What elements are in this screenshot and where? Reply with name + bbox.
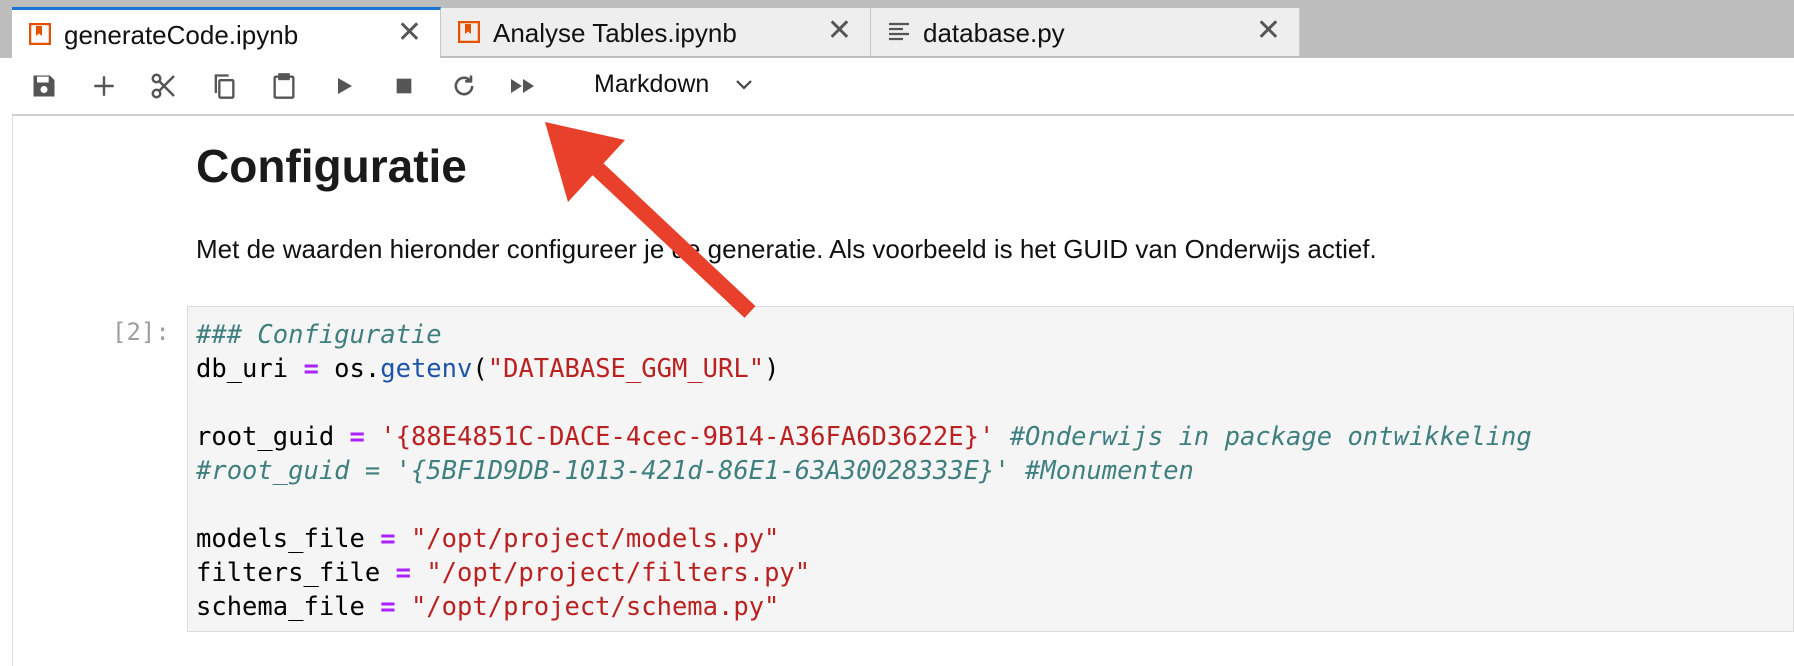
save-icon[interactable] [29,71,59,101]
code-line: filters_file = "/opt/project/filters.py" [196,558,811,588]
annotation-arrow [545,122,756,318]
code-line: models_file = "/opt/project/models.py" [196,524,780,554]
code-line: ### Configuratie [196,320,442,350]
execution-count-prompt: [2]: [112,318,170,346]
tab-label: generateCode.ipynb [64,20,299,50]
tab-bar: generateCode.ipynb ✕ Analyse Tables.ipyn… [0,0,1794,58]
main-area-border [0,58,13,666]
tab-analyse-tables[interactable]: Analyse Tables.ipynb ✕ [441,8,871,56]
paste-icon[interactable] [269,71,299,101]
cut-icon[interactable] [149,71,179,101]
code-line: schema_file = "/opt/project/schema.py" [196,592,780,622]
cell-type-dropdown[interactable]: Markdown [594,70,709,99]
tab-label: database.py [923,18,1065,48]
close-icon[interactable]: ✕ [1256,16,1281,46]
chevron-down-icon[interactable] [734,78,754,97]
tab-generatecode[interactable]: generateCode.ipynb ✕ [12,7,441,58]
tab-label: Analyse Tables.ipynb [493,18,737,48]
stop-icon[interactable] [389,71,419,101]
copy-icon[interactable] [209,71,239,101]
notebook-icon [28,22,52,46]
code-line: root_guid = '{88E4851C-DACE-4cec-9B14-A3… [196,422,1532,452]
run-all-icon[interactable] [509,71,539,101]
notebook-icon [457,20,481,44]
markdown-heading: Configuratie [196,140,467,192]
markdown-paragraph: Met de waarden hieronder configureer je … [196,234,1377,264]
code-line: db_uri = os.getenv("DATABASE_GGM_URL") [196,354,780,384]
close-icon[interactable]: ✕ [397,18,422,48]
add-icon[interactable] [89,71,119,101]
tab-database-py[interactable]: database.py ✕ [871,8,1300,56]
text-file-icon [888,21,910,43]
code-content[interactable]: ### Configuratie db_uri = os.getenv("DAT… [196,318,1532,624]
code-line: #root_guid = '{5BF1D9DB-1013-421d-86E1-6… [196,456,1194,486]
close-icon[interactable]: ✕ [827,16,852,46]
notebook-toolbar: Markdown [12,58,1794,116]
restart-icon[interactable] [449,71,479,101]
run-icon[interactable] [329,71,359,101]
